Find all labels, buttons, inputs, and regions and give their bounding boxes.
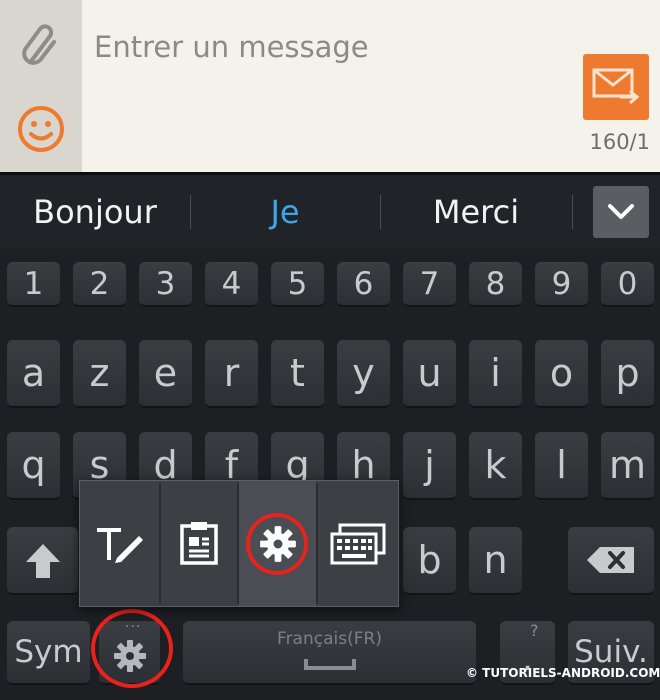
character-counter: 160/1 [589, 130, 650, 154]
key-e[interactable]: e [139, 340, 192, 408]
space-key-label: Français(FR) [277, 629, 382, 649]
keyboard-option[interactable] [318, 481, 398, 606]
key-label: t [290, 351, 305, 395]
send-button[interactable] [583, 54, 649, 120]
key-label: 3 [155, 266, 176, 302]
key-label: 0 [617, 266, 638, 302]
key-y[interactable]: y [337, 340, 390, 408]
key-label: k [484, 443, 507, 487]
key-label: n [483, 538, 508, 582]
keyboard-options-popup [79, 480, 399, 607]
key-n[interactable]: n [469, 527, 522, 595]
key-label: 2 [89, 266, 110, 302]
key-label: 9 [551, 266, 572, 302]
key-label: q [21, 443, 46, 487]
key-label: p [615, 351, 640, 395]
key-label: 5 [287, 266, 308, 302]
key-hint-label: ? [530, 621, 539, 640]
suggestion-divider [572, 195, 573, 229]
key-label: z [89, 351, 110, 395]
watermark: © TUTORIELS-ANDROID.COM [466, 666, 660, 680]
key-i[interactable]: i [469, 340, 522, 408]
smiley-icon[interactable] [16, 104, 66, 154]
key-label: u [417, 351, 442, 395]
key-o[interactable]: o [535, 340, 588, 408]
key-p[interactable]: p [601, 340, 654, 408]
suggestion-divider [380, 195, 381, 229]
sym-key[interactable]: Sym [7, 621, 90, 685]
key-label: m [608, 443, 647, 487]
handwriting-icon [97, 528, 143, 563]
key-k[interactable]: k [469, 432, 522, 500]
key-z[interactable]: z [73, 340, 126, 408]
settings-option-highlight-ring [246, 513, 308, 575]
key-b[interactable]: b [403, 527, 456, 595]
key-0[interactable]: 0 [601, 262, 654, 307]
key-label: y [352, 351, 375, 395]
handwriting-option[interactable] [80, 481, 159, 606]
key-u[interactable]: u [403, 340, 456, 408]
send-message-icon [592, 68, 640, 105]
key-5[interactable]: 5 [271, 262, 324, 307]
key-label: b [417, 538, 442, 582]
key-m[interactable]: m [601, 432, 654, 500]
clipboard-option[interactable] [161, 481, 237, 606]
expand-suggestions-button[interactable] [593, 186, 649, 238]
key-r[interactable]: r [205, 340, 258, 408]
message-composer: 160/1 [0, 0, 660, 172]
message-input[interactable] [94, 24, 564, 70]
key-label: 7 [419, 266, 440, 302]
backspace-icon [587, 547, 634, 573]
key-label: l [556, 443, 567, 487]
space-key[interactable]: Français(FR) [183, 621, 476, 685]
keyboard-icon [330, 523, 386, 565]
key-1[interactable]: 1 [7, 262, 60, 307]
key-4[interactable]: 4 [205, 262, 258, 307]
key-label: a [21, 351, 46, 395]
key-label: 4 [221, 266, 242, 302]
key-7[interactable]: 7 [403, 262, 456, 307]
key-l[interactable]: l [535, 432, 588, 500]
key-label: r [223, 351, 240, 395]
suggestion-item[interactable]: Merci [392, 192, 560, 232]
key-label: j [424, 443, 435, 487]
key-t[interactable]: t [271, 340, 324, 408]
key-9[interactable]: 9 [535, 262, 588, 307]
key-j[interactable]: j [403, 432, 456, 500]
shift-arrow-icon [26, 544, 60, 578]
suggestion-bar: Bonjour Je Merci [0, 175, 660, 249]
chevron-down-icon [608, 204, 634, 219]
backspace-key[interactable] [568, 527, 654, 595]
suggestion-divider [190, 195, 191, 229]
key-q[interactable]: q [7, 432, 60, 500]
key-label: o [549, 351, 574, 395]
key-8[interactable]: 8 [469, 262, 522, 307]
key-3[interactable]: 3 [139, 262, 192, 307]
space-bar-icon [304, 659, 356, 670]
key-label: e [153, 351, 178, 395]
clipboard-icon [180, 522, 218, 565]
shift-key[interactable] [7, 527, 78, 595]
key-label: 1 [23, 266, 44, 302]
suggestion-item-active[interactable]: Je [202, 192, 368, 232]
suggestion-item[interactable]: Bonjour [12, 192, 178, 232]
key-a[interactable]: a [7, 340, 60, 408]
key-label: 6 [353, 266, 374, 302]
settings-option[interactable] [239, 481, 316, 606]
paperclip-icon[interactable] [20, 22, 62, 72]
key-6[interactable]: 6 [337, 262, 390, 307]
key-label: i [490, 351, 501, 395]
key-label: Sym [14, 634, 83, 670]
settings-key-highlight-ring [91, 609, 173, 688]
key-2[interactable]: 2 [73, 262, 126, 307]
key-label: 8 [485, 266, 506, 302]
composer-side-panel [0, 0, 82, 172]
